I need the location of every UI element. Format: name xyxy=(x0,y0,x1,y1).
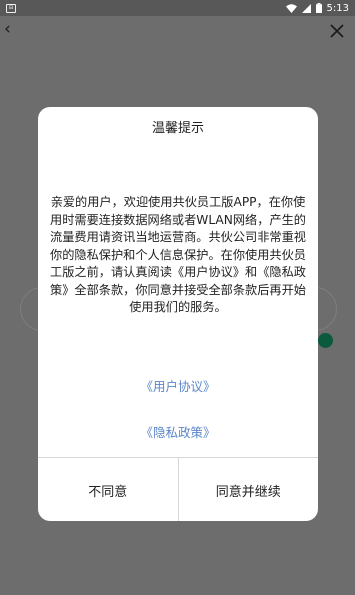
status-time: 5:13 xyxy=(326,2,349,14)
disagree-button[interactable]: 不同意 xyxy=(38,458,179,521)
privacy-policy-link[interactable]: 《隐私政策》 xyxy=(38,422,318,441)
status-left: ⊟ xyxy=(6,3,16,13)
back-chevron-icon[interactable]: ‹ xyxy=(4,18,11,40)
notification-icon: ⊟ xyxy=(6,3,16,13)
dialog-body-text: 亲爱的用户，欢迎使用共伙员工版APP，在你使用时需要连接数据网络或者WLAN网络… xyxy=(50,195,306,314)
signal-icon xyxy=(301,3,311,13)
battery-icon xyxy=(315,3,322,13)
close-icon[interactable] xyxy=(328,22,346,40)
dialog-title: 温馨提示 xyxy=(151,121,204,136)
privacy-dialog: 温馨提示 亲爱的用户，欢迎使用共伙员工版APP，在你使用时需要连接数据网络或者W… xyxy=(38,107,318,521)
status-bar: ⊟ 5:13 xyxy=(0,0,355,16)
user-agreement-link[interactable]: 《用户协议》 xyxy=(38,376,318,395)
agree-continue-button[interactable]: 同意并继续 xyxy=(179,458,319,521)
background-radio-indicator xyxy=(318,333,333,348)
status-right: 5:13 xyxy=(285,2,349,14)
top-bar: ‹ xyxy=(0,16,355,46)
wifi-icon xyxy=(285,3,297,13)
dialog-button-row: 不同意 同意并继续 xyxy=(38,457,318,521)
